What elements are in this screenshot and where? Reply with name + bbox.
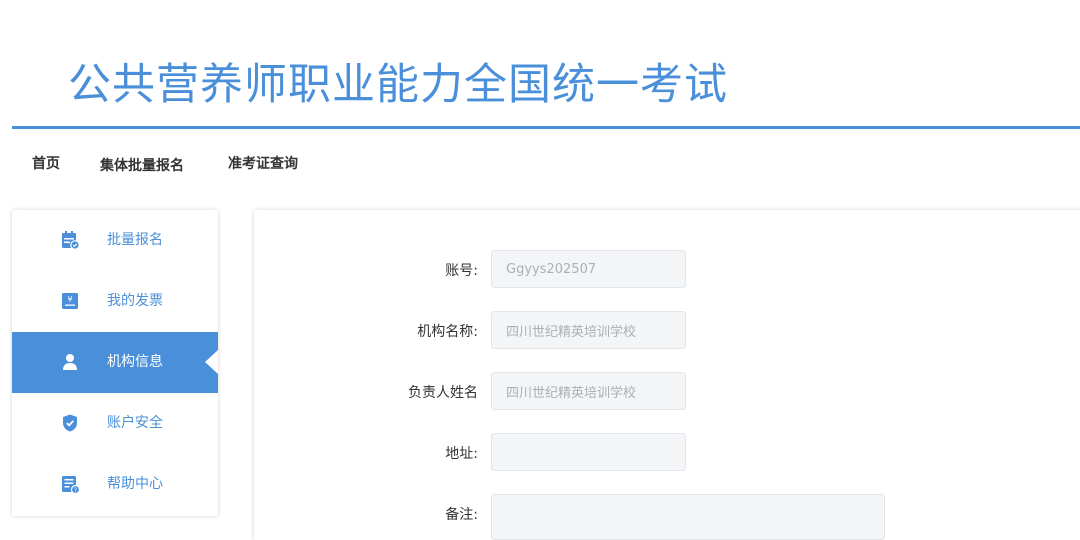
sidebar-item-label: 机构信息 [107, 354, 163, 370]
active-indicator [205, 350, 218, 374]
user-icon [60, 352, 80, 372]
sidebar-item-batch-registration[interactable]: 批量报名 [12, 210, 218, 271]
sidebar-item-account-security[interactable]: 账户安全 [12, 393, 218, 454]
svg-text:?: ? [74, 487, 77, 494]
sidebar: 批量报名 ¥ 我的发票 机构信息 账户安全 ? 帮助中心 [12, 210, 218, 516]
sidebar-item-help-center[interactable]: ? 帮助中心 [12, 454, 218, 515]
nav-admission-ticket-link[interactable]: 准考证查询 [228, 153, 298, 173]
account-label: 账号: [445, 263, 478, 279]
address-field[interactable] [491, 433, 686, 471]
page-title: 公共营养师职业能力全国统一考试 [68, 60, 728, 110]
contact-name-field[interactable] [491, 372, 686, 410]
sidebar-item-my-invoice[interactable]: ¥ 我的发票 [12, 271, 218, 332]
contact-name-row: 负责人姓名 [254, 372, 1080, 412]
shield-check-icon [60, 413, 80, 433]
account-field[interactable] [491, 250, 686, 288]
top-nav: 首页 集体批量报名 准考证查询 [0, 139, 1080, 187]
org-info-panel: 账号: 机构名称: 负责人姓名 地址: 备注: [254, 210, 1080, 540]
address-label: 地址: [445, 446, 478, 462]
invoice-yen-icon: ¥ [60, 291, 80, 311]
org-name-field[interactable] [491, 311, 686, 349]
remark-row: 备注: [254, 494, 1080, 540]
sidebar-item-label: 帮助中心 [107, 476, 163, 492]
org-name-label: 机构名称: [417, 324, 478, 340]
document-help-icon: ? [60, 474, 81, 495]
sidebar-item-org-info[interactable]: 机构信息 [12, 332, 218, 393]
nav-home-link[interactable]: 首页 [32, 153, 60, 173]
remark-label: 备注: [445, 507, 478, 523]
org-name-row: 机构名称: [254, 311, 1080, 351]
svg-text:¥: ¥ [67, 295, 72, 304]
calendar-check-icon [60, 230, 80, 250]
remark-field[interactable] [491, 494, 885, 540]
sidebar-item-label: 批量报名 [107, 232, 163, 248]
sidebar-item-label: 我的发票 [107, 293, 163, 309]
title-divider [12, 126, 1080, 129]
sidebar-item-label: 账户安全 [107, 415, 163, 431]
address-row: 地址: [254, 433, 1080, 473]
account-row: 账号: [254, 250, 1080, 290]
nav-batch-registration-link[interactable]: 集体批量报名 [100, 155, 184, 175]
contact-name-label: 负责人姓名 [408, 385, 478, 401]
